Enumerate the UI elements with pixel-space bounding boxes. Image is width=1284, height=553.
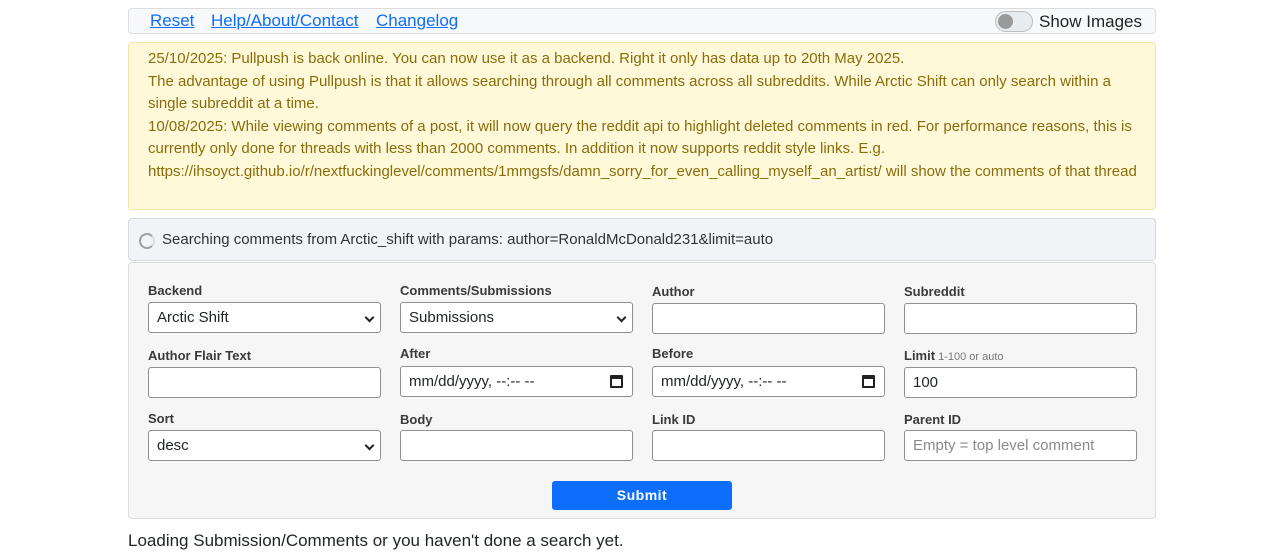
flair-label: Author Flair Text <box>148 348 252 363</box>
announcement-notice: 25/10/2025: Pullpush is back online. You… <box>128 42 1156 210</box>
link-id-input[interactable] <box>652 430 885 461</box>
parent-id-input[interactable]: Empty = top level comment <box>904 430 1137 461</box>
sort-select[interactable]: desc <box>148 430 381 461</box>
search-status-text: Searching comments from Arctic_shift wit… <box>162 231 774 248</box>
backend-label: Backend <box>148 283 203 298</box>
parent-id-placeholder: Empty = top level comment <box>913 437 1095 454</box>
type-label: Comments/Submissions <box>400 283 552 298</box>
limit-label-text: Limit <box>904 348 936 363</box>
notice-line: 25/10/2025: Pullpush is back online. You… <box>148 50 905 67</box>
results-status-text: Loading Submission/Comments or you haven… <box>128 531 624 550</box>
backend-select[interactable]: Arctic Shift <box>148 302 381 333</box>
submit-button[interactable]: Submit <box>552 481 732 510</box>
backend-value: Arctic Shift <box>157 309 229 326</box>
type-value: Submissions <box>409 309 495 326</box>
sort-value: desc <box>157 437 189 454</box>
toggle-knob <box>998 14 1013 29</box>
author-label: Author <box>652 284 695 299</box>
author-input[interactable] <box>652 303 885 334</box>
before-value: mm/dd/yyyy, --:-- -- <box>661 373 787 390</box>
limit-label: Limit 1-100 or auto <box>904 348 1004 363</box>
notice-line: The advantage of using Pullpush is that … <box>148 72 1111 113</box>
sort-label: Sort <box>148 411 174 426</box>
help-about-contact-link[interactable]: Help/About/Contact <box>211 11 358 31</box>
subreddit-label: Subreddit <box>904 284 965 299</box>
limit-hint: 1-100 or auto <box>938 351 1004 363</box>
calendar-icon[interactable] <box>610 375 623 388</box>
chevron-down-icon <box>616 312 627 323</box>
notice-line: 10/08/2025: While viewing comments of a … <box>148 117 1137 180</box>
reset-link[interactable]: Reset <box>150 11 194 31</box>
body-label: Body <box>400 412 433 427</box>
search-form: Backend Arctic Shift Comments/Submission… <box>128 262 1156 519</box>
after-datetime-input[interactable]: mm/dd/yyyy, --:-- -- <box>400 366 633 397</box>
chevron-down-icon <box>364 312 375 323</box>
calendar-icon[interactable] <box>862 375 875 388</box>
flair-input[interactable] <box>148 367 381 398</box>
subreddit-input[interactable] <box>904 303 1137 334</box>
before-label: Before <box>652 346 694 361</box>
type-select[interactable]: Submissions <box>400 302 633 333</box>
search-status-bar: Searching comments from Arctic_shift wit… <box>128 218 1156 261</box>
body-input[interactable] <box>400 430 633 461</box>
loading-spinner-icon <box>139 233 155 249</box>
limit-input[interactable]: 100 <box>904 367 1137 398</box>
after-label: After <box>400 346 431 361</box>
before-datetime-input[interactable]: mm/dd/yyyy, --:-- -- <box>652 366 885 397</box>
after-value: mm/dd/yyyy, --:-- -- <box>409 373 535 390</box>
link-id-label: Link ID <box>652 412 696 427</box>
show-images-label: Show Images <box>1039 12 1142 31</box>
limit-value: 100 <box>913 374 939 391</box>
chevron-down-icon <box>364 440 375 451</box>
parent-id-label: Parent ID <box>904 412 962 427</box>
show-images-toggle[interactable] <box>995 11 1033 32</box>
top-nav: Reset Help/About/Contact Changelog Show … <box>128 8 1156 34</box>
changelog-link[interactable]: Changelog <box>376 11 458 31</box>
